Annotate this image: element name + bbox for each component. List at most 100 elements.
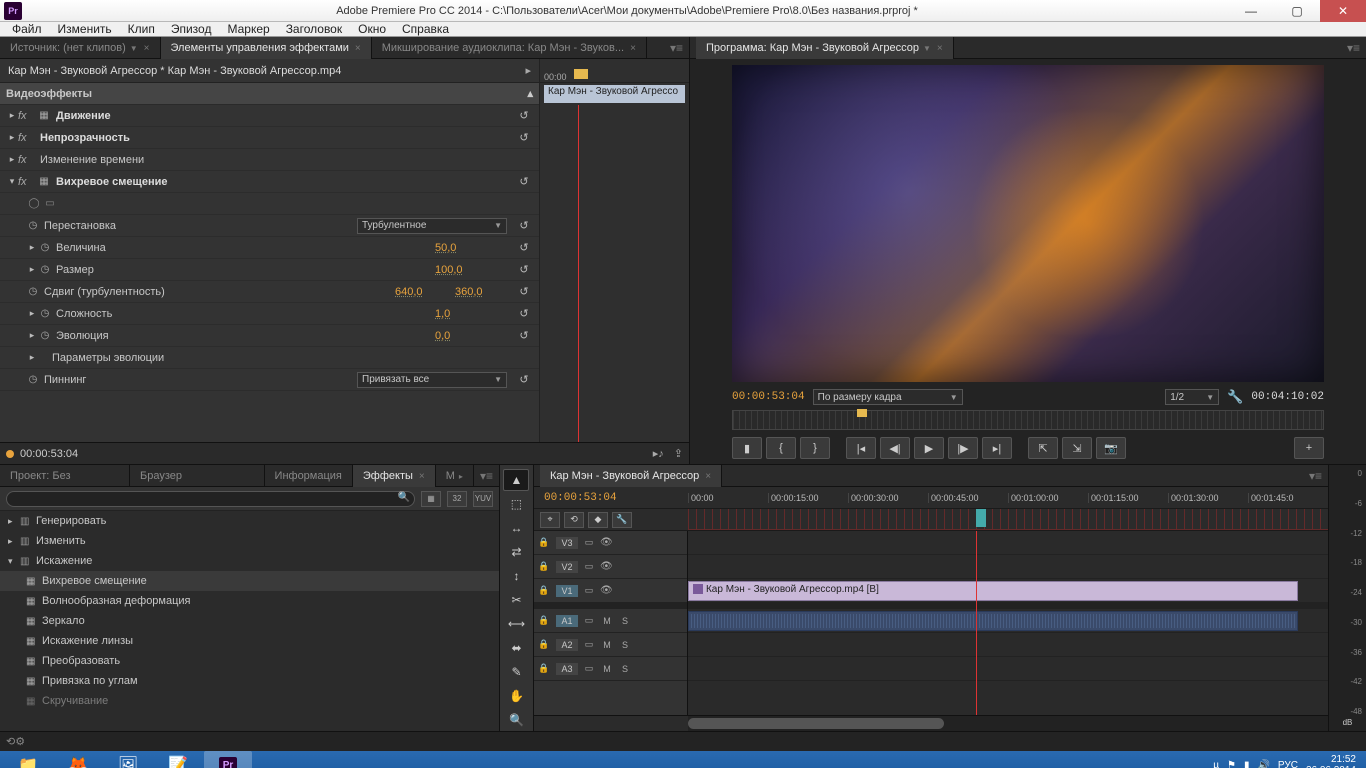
transform-icon[interactable]: ▦ (36, 176, 52, 187)
menu-sequence[interactable]: Эпизод (163, 22, 220, 36)
panel-menu-icon[interactable]: ▾≡ (474, 469, 499, 483)
track-a3[interactable]: A3 (556, 663, 578, 675)
solo-toggle[interactable]: S (618, 664, 632, 674)
mask-ellipse-icon[interactable]: ◯ (26, 198, 42, 209)
panel-menu-icon[interactable]: ▾≡ (664, 41, 689, 55)
reset-icon[interactable]: ↺ (515, 109, 533, 122)
playhead-line[interactable] (578, 105, 579, 442)
settings-wrench-icon[interactable]: 🔧 (1227, 389, 1243, 405)
go-to-in-button[interactable]: |◂ (846, 437, 876, 459)
fx-32bit-icon[interactable]: 32 (447, 491, 467, 507)
ec-amount-value[interactable]: 50,0 (435, 242, 515, 254)
lock-icon[interactable]: 🔒 (538, 663, 552, 674)
stopwatch-icon[interactable]: ◷ (26, 220, 40, 231)
track-select-tool[interactable]: ⬚ (503, 493, 529, 515)
collapse-icon[interactable]: ▴ (527, 87, 533, 100)
track-v1[interactable]: V1 (556, 585, 578, 597)
ec-mini-ruler[interactable]: 00:00 (540, 59, 689, 83)
mark-out-button[interactable]: { (766, 437, 796, 459)
stopwatch-icon[interactable]: ◷ (38, 242, 52, 253)
tray-volume-icon[interactable]: 🔊 (1257, 760, 1269, 768)
toggle-output-icon[interactable]: ▭ (582, 561, 596, 572)
fit-dropdown[interactable]: По размеру кадра▼ (813, 389, 963, 405)
zoom-tool[interactable]: 🔍 (503, 709, 529, 731)
ec-evoopts-label[interactable]: Параметры эволюции (38, 352, 539, 364)
toggle-output-icon[interactable]: ▭ (582, 639, 596, 650)
mark-clip-button[interactable]: } (800, 437, 830, 459)
scrollbar-thumb[interactable] (688, 718, 944, 729)
rolling-edit-tool[interactable]: ⇄ (503, 541, 529, 563)
ec-opacity-label[interactable]: Непрозрачность (36, 132, 515, 144)
menu-clip[interactable]: Клип (120, 22, 163, 36)
ec-offset-x[interactable]: 640,0 (395, 286, 455, 298)
track-a2[interactable]: A2 (556, 639, 578, 651)
menu-window[interactable]: Окно (350, 22, 394, 36)
close-button[interactable]: ✕ (1320, 0, 1366, 22)
reset-icon[interactable]: ↺ (515, 285, 533, 298)
menu-edit[interactable]: Изменить (50, 22, 120, 36)
ripple-edit-tool[interactable]: ↔ (503, 517, 529, 539)
eye-icon[interactable]: 👁 (600, 561, 614, 572)
mute-toggle[interactable]: M (600, 664, 614, 674)
program-preview[interactable] (732, 65, 1324, 382)
taskbar-explorer[interactable]: 📁 (4, 751, 52, 768)
loop-icon[interactable]: ▸♪ (653, 447, 664, 460)
mark-in-button[interactable]: ▮ (732, 437, 762, 459)
toggle-output-icon[interactable]: ▭ (582, 537, 596, 548)
stopwatch-icon[interactable]: ◷ (38, 308, 52, 319)
reset-icon[interactable]: ↺ (515, 263, 533, 276)
settings-toggle[interactable]: 🔧 (612, 512, 632, 528)
ec-section-videoeffects[interactable]: Видеоэффекты ▴ (0, 83, 539, 105)
fx-corner[interactable]: Привязка по углам (42, 675, 138, 687)
program-tc-current[interactable]: 00:00:53:04 (732, 391, 805, 403)
toggle-output-icon[interactable]: ▭ (582, 585, 596, 596)
reset-icon[interactable]: ↺ (515, 329, 533, 342)
program-scrub-bar[interactable] (732, 410, 1324, 430)
fx-partial[interactable]: Скручивание (42, 695, 108, 707)
taskbar-firefox[interactable]: 🦊 (54, 751, 102, 768)
marker-add[interactable]: ◆ (588, 512, 608, 528)
twirl-open-icon[interactable]: ▾ (6, 176, 18, 187)
taskbar-app2[interactable]: 📝 (154, 751, 202, 768)
reset-icon[interactable]: ↺ (515, 373, 533, 386)
timeline-playhead-handle[interactable] (976, 509, 986, 527)
lock-icon[interactable]: 🔒 (538, 639, 552, 650)
track-v3[interactable]: V3 (556, 537, 578, 549)
ec-mini-timeline[interactable]: 00:00 Кар Мэн - Звуковой Агрессо (540, 59, 689, 442)
solo-toggle[interactable]: S (618, 640, 632, 650)
lock-icon[interactable]: 🔒 (538, 537, 552, 548)
lock-icon[interactable]: 🔒 (538, 585, 552, 596)
export-frame-button[interactable]: 📷 (1096, 437, 1126, 459)
slide-tool[interactable]: ⬌ (503, 637, 529, 659)
fx-turbulent[interactable]: Вихревое смещение (42, 575, 147, 587)
tab-source[interactable]: Источник: (нет клипов)▼× (0, 37, 161, 59)
lock-icon[interactable]: 🔒 (538, 561, 552, 572)
razor-tool[interactable]: ✂ (503, 589, 529, 611)
ec-offset-y[interactable]: 360,0 (455, 286, 515, 298)
ec-turbdisp-label[interactable]: Вихревое смещение (52, 176, 515, 188)
twirl-icon[interactable]: ▸ (6, 110, 18, 121)
slip-tool[interactable]: ⟷ (503, 613, 529, 635)
eye-icon[interactable]: 👁 (600, 537, 614, 548)
reset-icon[interactable]: ↺ (515, 175, 533, 188)
taskbar-app1[interactable]: 🖼 (104, 751, 152, 768)
ec-pinning-dropdown[interactable]: Привязать все▼ (357, 372, 507, 388)
mute-toggle[interactable]: M (600, 640, 614, 650)
tab-media-browser[interactable]: Браузер медиаданных (130, 465, 265, 487)
panel-menu-icon[interactable]: ▾≡ (1303, 469, 1328, 483)
reset-icon[interactable]: ↺ (515, 219, 533, 232)
audio-meters[interactable]: 0 -6 -12 -18 -24 -30 -36 -42 -48 dB (1328, 465, 1366, 731)
toggle-output-icon[interactable]: ▭ (582, 663, 596, 674)
tray-utorrent-icon[interactable]: µ (1213, 760, 1219, 768)
toggle-output-icon[interactable]: ▭ (582, 615, 596, 626)
play-button[interactable]: ▶ (914, 437, 944, 459)
snap-toggle[interactable]: ⌖ (540, 512, 560, 528)
selection-tool[interactable]: ▲ (503, 469, 529, 491)
ec-evolution-value[interactable]: 0,0 (435, 330, 515, 342)
eye-icon[interactable]: 👁 (600, 585, 614, 596)
reset-icon[interactable]: ↺ (515, 131, 533, 144)
maximize-button[interactable]: ▢ (1274, 0, 1320, 22)
menu-help[interactable]: Справка (394, 22, 457, 36)
stopwatch-icon[interactable]: ◷ (38, 330, 52, 341)
ec-timecode[interactable]: 00:00:53:04 (20, 448, 78, 460)
